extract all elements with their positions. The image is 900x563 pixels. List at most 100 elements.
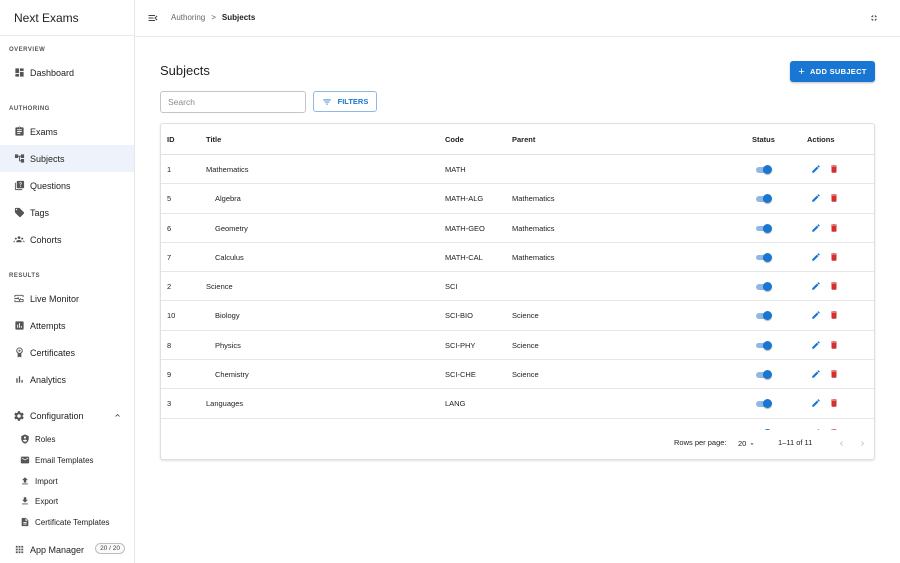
delete-icon[interactable] [829,281,839,291]
tag-icon [13,207,25,219]
page-title: Subjects [160,63,210,78]
delete-icon[interactable] [829,310,839,320]
delete-icon[interactable] [829,164,839,174]
delete-icon[interactable] [829,193,839,203]
rows-per-page-select[interactable]: 20 [738,439,756,448]
table-row: 3 Languages LANG [161,389,874,419]
status-toggle[interactable] [755,311,772,321]
column-header-code[interactable]: Code [445,135,464,144]
cell-parent: Science [512,311,539,321]
section-authoring: AUTHORING [9,106,50,112]
assessment-icon [13,320,25,332]
sidebar-item-subjects[interactable]: Subjects [0,145,134,172]
status-toggle[interactable] [755,194,772,204]
search-input[interactable] [160,91,306,113]
filters-button[interactable]: FILTERS [313,91,377,112]
breadcrumb-separator: > [211,13,216,22]
delete-icon[interactable] [829,252,839,262]
cell-title: Physics [215,340,241,350]
table-body: 1 Mathematics MATH 5 Algebra MATH-ALG Mathemat… [161,155,874,430]
edit-icon[interactable] [811,398,821,408]
edit-icon[interactable] [811,369,821,379]
sidebar-item-live-monitor[interactable]: Live Monitor [0,285,134,312]
column-header-status[interactable]: Status [752,135,775,144]
status-toggle[interactable] [755,165,772,174]
email-icon [20,455,30,465]
sidebar-item-import[interactable]: Import [0,471,134,491]
status-toggle[interactable] [755,282,772,292]
pagination-range: 1–11 of 11 [778,438,813,447]
sidebar-item-tags[interactable]: Tags [0,199,134,226]
status-toggle[interactable] [755,370,772,380]
table-row [161,419,874,430]
sidebar-item-attempts[interactable]: Attempts [0,312,134,339]
delete-icon[interactable] [829,369,839,379]
table-header: ID Title Code Parent Status Actions [161,124,874,155]
column-header-parent[interactable]: Parent [512,135,535,144]
cell-title: Science [206,282,233,292]
edit-icon[interactable] [811,193,821,203]
sidebar: Next Exams OVERVIEW Dashboard AUTHORING … [0,0,135,563]
table-row: 7 Calculus MATH-CAL Mathematics [161,243,874,273]
sidebar-item-app-manager[interactable]: App Manager 20 / 20 [0,536,134,563]
delete-icon[interactable] [829,223,839,233]
bar-chart-icon [13,374,25,386]
sidebar-item-label: Email Templates [35,455,94,465]
groups-icon [13,234,25,246]
status-toggle[interactable] [755,223,772,233]
cell-id: 7 [167,252,172,262]
cell-id: 1 [167,165,172,174]
status-toggle[interactable] [755,252,772,262]
status-toggle[interactable] [755,399,772,409]
fullscreen-exit-icon[interactable] [869,13,879,23]
menu-collapse-icon[interactable] [147,12,159,24]
sidebar-item-label: Import [35,476,58,486]
sidebar-item-configuration[interactable]: Configuration [0,402,134,429]
sidebar-item-export[interactable]: Export [0,491,134,511]
account-tree-icon [13,153,25,165]
settings-icon [13,410,25,422]
edit-icon[interactable] [811,252,821,262]
sidebar-item-label: App Manager [30,544,85,555]
sidebar-item-exams[interactable]: Exams [0,118,134,145]
cell-title: Algebra [215,194,241,204]
cell-code: SCI-CHE [445,370,476,380]
sidebar-item-label: Analytics [30,374,67,385]
chevron-right-icon[interactable] [858,439,867,450]
monitor-heart-icon [13,293,25,305]
add-subject-button[interactable]: + ADD SUBJECT [790,61,875,82]
sidebar-item-certificates[interactable]: Certificates [0,339,134,366]
edit-icon[interactable] [811,340,821,350]
cell-title: Languages [206,399,244,409]
chevron-left-icon[interactable] [837,439,846,450]
cell-parent: Mathematics [512,223,555,233]
status-toggle[interactable] [755,340,772,350]
breadcrumb-parent[interactable]: Authoring [171,13,205,22]
edit-icon[interactable] [811,164,821,174]
cell-code: MATH-CAL [445,252,483,262]
chevron-up-icon[interactable] [113,411,122,422]
sidebar-item-label: Roles [35,434,56,444]
delete-icon[interactable] [829,398,839,408]
cell-parent: Science [512,370,539,380]
edit-icon[interactable] [811,310,821,320]
table-row: 6 Geometry MATH-GEO Mathematics [161,214,874,243]
table-row: 10 Biology SCI-BIO Science [161,301,874,331]
cell-id: 10 [167,311,176,321]
table-row: 1 Mathematics MATH [161,155,874,185]
edit-icon[interactable] [811,281,821,291]
sidebar-item-dashboard[interactable]: Dashboard [0,59,134,86]
column-header-title[interactable]: Title [206,135,221,144]
dashboard-icon [13,67,25,79]
edit-icon[interactable] [811,223,821,233]
sidebar-item-cohorts[interactable]: Cohorts [0,226,134,253]
cell-code: SCI-BIO [445,311,473,321]
sidebar-item-email-templates[interactable]: Email Templates [0,450,134,470]
delete-icon[interactable] [829,340,839,350]
sidebar-item-questions[interactable]: Questions [0,172,134,199]
sidebar-item-certificate-templates[interactable]: Certificate Templates [0,512,134,532]
table-row: 2 Science SCI [161,272,874,302]
sidebar-item-roles[interactable]: Roles [0,429,134,449]
sidebar-item-analytics[interactable]: Analytics [0,366,134,393]
column-header-id[interactable]: ID [167,135,175,144]
